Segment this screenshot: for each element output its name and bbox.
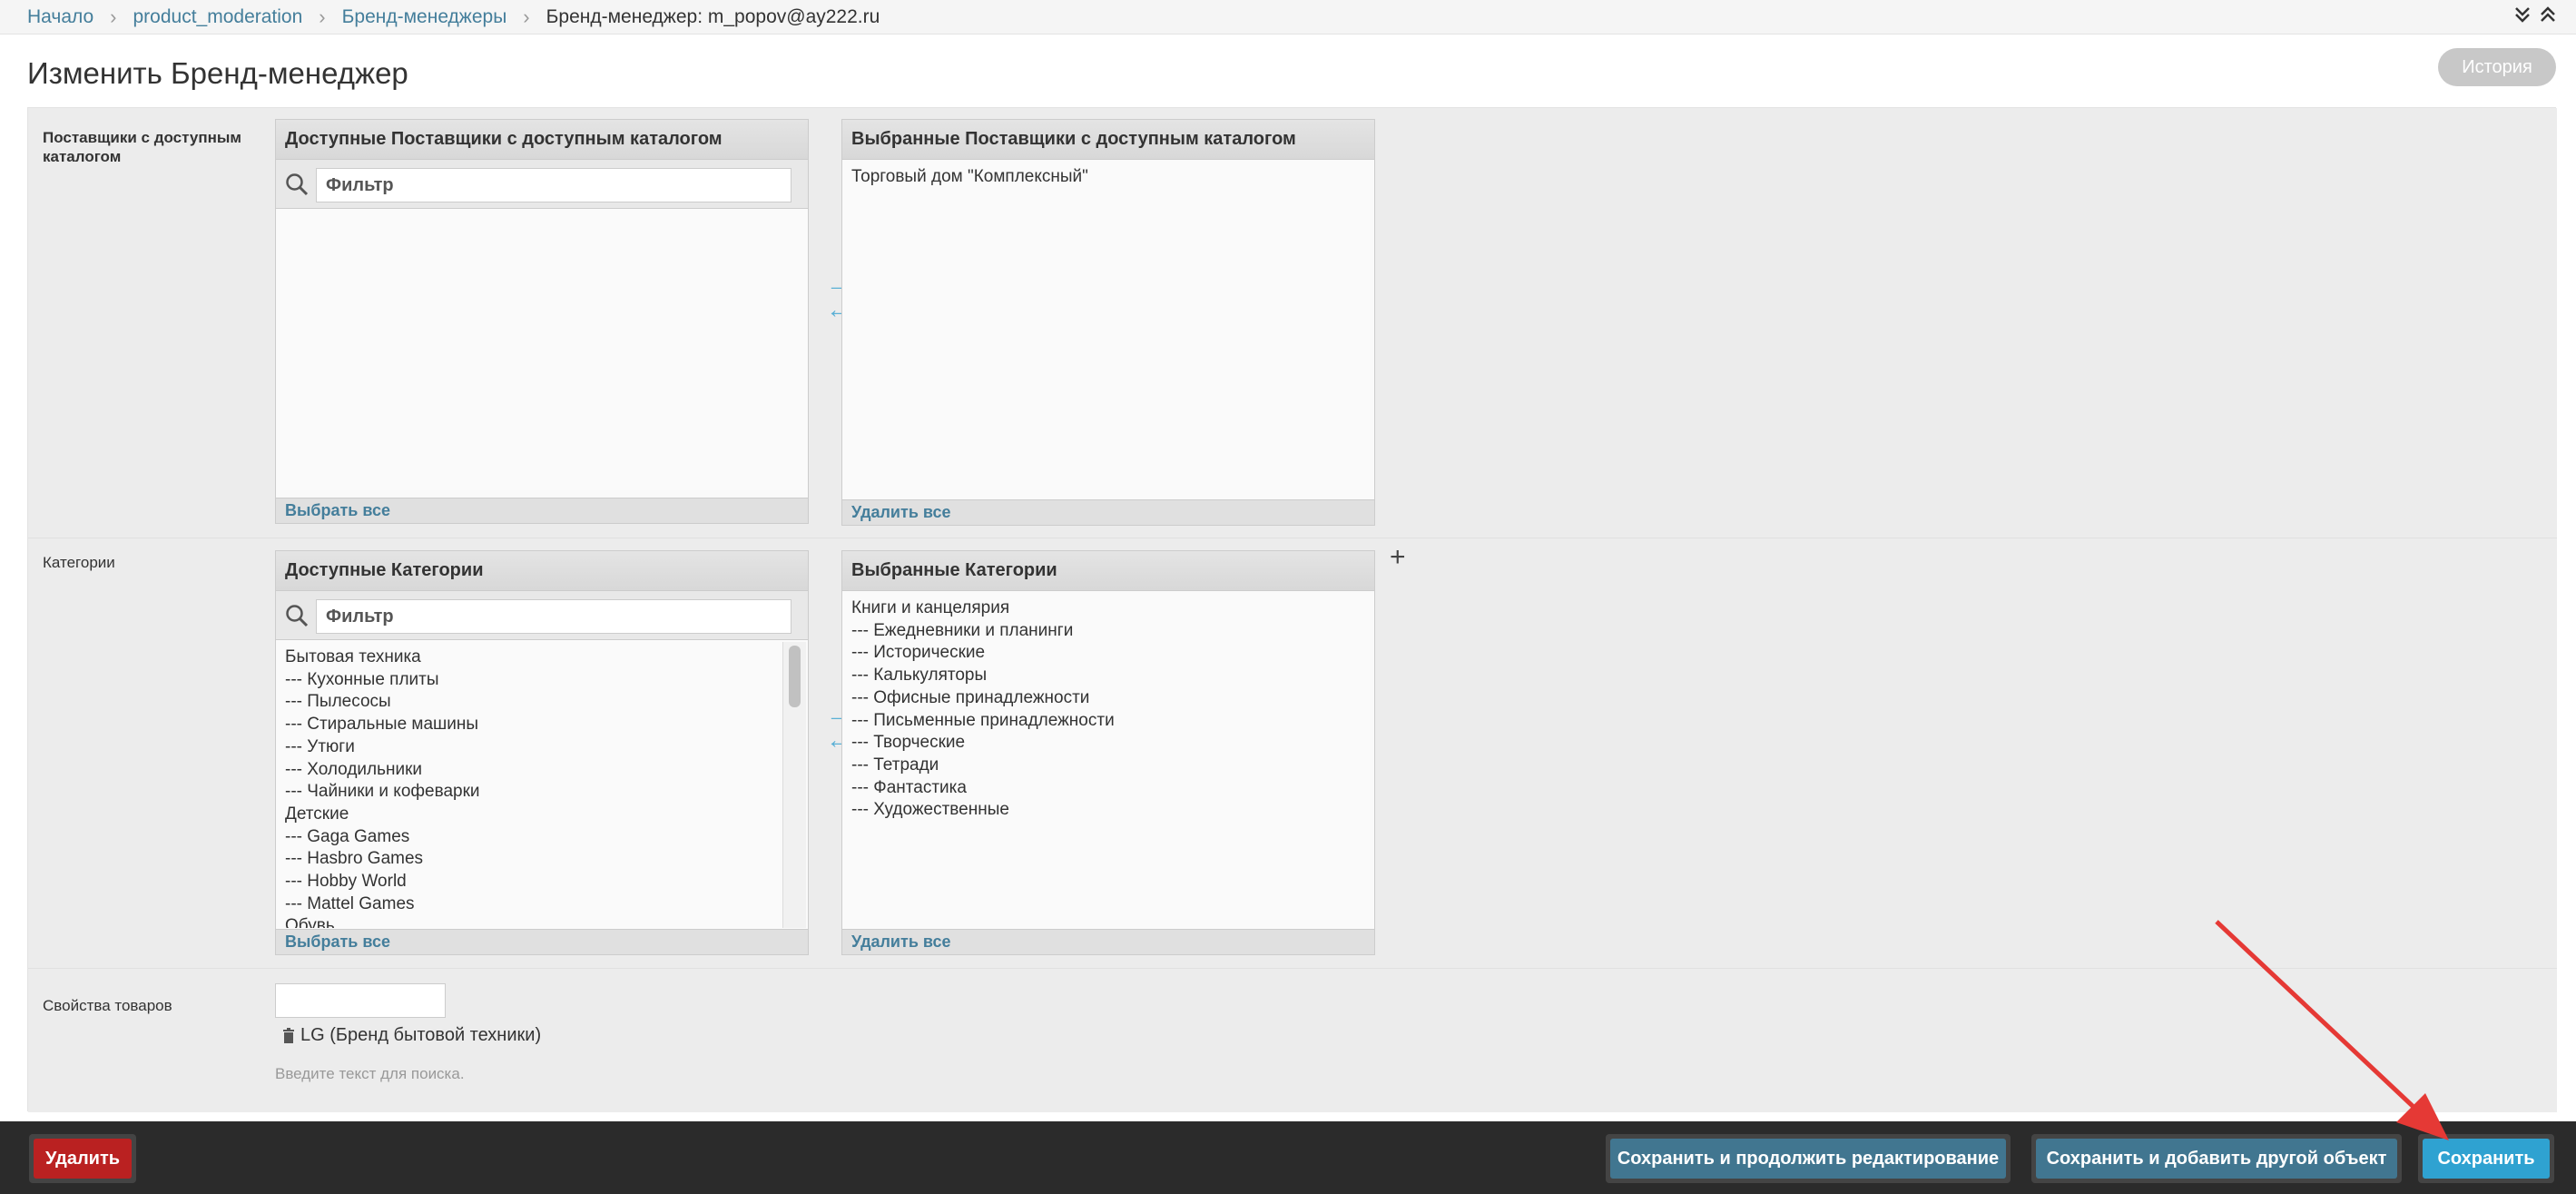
list-item[interactable]: Обувь: [285, 915, 799, 928]
categories-remove-all-link[interactable]: Удалить все: [842, 929, 1374, 954]
categories-label: Категории: [43, 554, 115, 571]
suppliers-chosen-box: Выбранные Поставщики с доступным каталог…: [841, 119, 1375, 526]
suppliers-filter-input[interactable]: Фильтр: [316, 168, 791, 202]
categories-row: Категории Доступные Категории Фильтр Быт…: [28, 538, 2557, 969]
list-item[interactable]: --- Кухонные плиты: [285, 669, 799, 692]
header-toggles: [2514, 5, 2556, 28]
properties-help-text: Введите текст для поиска.: [275, 1065, 465, 1082]
expand-down-icon[interactable]: [2514, 5, 2531, 28]
list-item[interactable]: --- Стиральные машины: [285, 714, 799, 736]
list-item[interactable]: --- Творческие: [851, 732, 1365, 755]
categories-filter-input[interactable]: Фильтр: [316, 599, 791, 634]
breadcrumb: Начало › product_moderation › Бренд-мене…: [0, 0, 2576, 35]
list-item[interactable]: --- Калькуляторы: [851, 665, 1365, 687]
list-item[interactable]: --- Hobby World: [285, 871, 799, 893]
breadcrumb-current: Бренд-менеджер: m_popov@ay222.ru: [546, 5, 880, 27]
properties-search-input[interactable]: [275, 983, 446, 1018]
properties-tag: LG (Бренд бытовой техники): [282, 1025, 541, 1046]
list-item[interactable]: --- Художественные: [851, 799, 1365, 822]
list-item[interactable]: --- Фантастика: [851, 777, 1365, 800]
save-add-button[interactable]: Сохранить и добавить другой объект: [2036, 1139, 2397, 1179]
list-item[interactable]: Бытовая техника: [285, 646, 799, 669]
categories-chosen-title: Выбранные Категории: [842, 551, 1374, 591]
list-item[interactable]: --- Mattel Games: [285, 893, 799, 916]
categories-select-all-link[interactable]: Выбрать все: [276, 929, 808, 954]
suppliers-label: Поставщики с доступным каталогом: [43, 129, 241, 165]
change-form: Поставщики с доступным каталогом Доступн…: [27, 107, 2557, 1112]
properties-tag-label: LG (Бренд бытовой техники): [300, 1025, 542, 1045]
suppliers-row: Поставщики с доступным каталогом Доступн…: [28, 108, 2557, 538]
breadcrumb-separator-icon: ›: [319, 5, 326, 28]
suppliers-remove-all-link[interactable]: Удалить все: [842, 499, 1374, 525]
collapse-up-icon[interactable]: [2540, 5, 2556, 28]
save-add-button-wrap: Сохранить и добавить другой объект: [2031, 1134, 2402, 1183]
list-item[interactable]: --- Hasbro Games: [285, 848, 799, 871]
list-item[interactable]: --- Пылесосы: [285, 691, 799, 714]
suppliers-available-box: Доступные Поставщики с доступным каталог…: [275, 119, 809, 524]
breadcrumb-separator-icon: ›: [523, 5, 530, 28]
save-button[interactable]: Сохранить: [2423, 1139, 2550, 1179]
breadcrumb-app-link[interactable]: product_moderation: [133, 6, 303, 28]
categories-chosen-list[interactable]: Книги и канцелярия --- Ежедневники и пла…: [842, 592, 1374, 928]
list-item[interactable]: --- Ежедневники и планинги: [851, 620, 1365, 643]
properties-label: Свойства товаров: [43, 997, 172, 1014]
page: Начало › product_moderation › Бренд-мене…: [0, 0, 2576, 1194]
list-item[interactable]: --- Тетради: [851, 755, 1365, 777]
categories-available-list[interactable]: Бытовая техника --- Кухонные плиты --- П…: [276, 641, 808, 928]
suppliers-available-list[interactable]: [276, 210, 808, 497]
list-item[interactable]: --- Утюги: [285, 736, 799, 759]
save-button-wrap: Сохранить: [2418, 1134, 2554, 1183]
breadcrumb-separator-icon: ›: [110, 5, 117, 28]
history-button[interactable]: История: [2438, 48, 2556, 86]
categories-scrollbar[interactable]: [782, 642, 806, 928]
categories-chosen-box: Выбранные Категории Книги и канцелярия -…: [841, 550, 1375, 955]
delete-button-wrap: Удалить: [29, 1134, 136, 1183]
save-continue-button-wrap: Сохранить и продолжить редактирование: [1606, 1134, 2011, 1183]
suppliers-select-all-link[interactable]: Выбрать все: [276, 498, 808, 523]
submit-row: Удалить Сохранить и продолжить редактиро…: [0, 1121, 2576, 1194]
list-item[interactable]: --- Офисные принадлежности: [851, 687, 1365, 710]
properties-row: Свойства товаров LG (Бренд бытовой техни…: [28, 969, 2557, 1112]
suppliers-chosen-title: Выбранные Поставщики с доступным каталог…: [842, 120, 1374, 160]
list-item[interactable]: Детские: [285, 804, 799, 826]
list-item[interactable]: --- Чайники и кофеварки: [285, 781, 799, 804]
categories-filter-bar: Фильтр: [276, 591, 808, 640]
suppliers-chosen-list[interactable]: Торговый дом "Комплексный": [842, 161, 1374, 498]
categories-available-box: Доступные Категории Фильтр Бытовая техни…: [275, 550, 809, 955]
list-item[interactable]: Торговый дом "Комплексный": [851, 166, 1365, 189]
page-title: Изменить Бренд-менеджер: [27, 56, 408, 90]
plus-icon[interactable]: +: [1390, 542, 1406, 573]
list-item[interactable]: --- Письменные принадлежности: [851, 710, 1365, 733]
list-item[interactable]: --- Холодильники: [285, 759, 799, 782]
breadcrumb-model-link[interactable]: Бренд-менеджеры: [342, 6, 507, 28]
delete-button[interactable]: Удалить: [34, 1139, 132, 1179]
categories-available-title: Доступные Категории: [276, 551, 808, 591]
list-item[interactable]: Книги и канцелярия: [851, 597, 1365, 620]
list-item[interactable]: --- Исторические: [851, 642, 1365, 665]
scrollbar-thumb[interactable]: [789, 646, 801, 707]
breadcrumb-home-link[interactable]: Начало: [27, 6, 93, 28]
trash-icon[interactable]: [282, 1028, 295, 1043]
search-icon: [286, 173, 309, 196]
search-icon: [286, 605, 309, 627]
suppliers-filter-bar: Фильтр: [276, 160, 808, 209]
save-continue-button[interactable]: Сохранить и продолжить редактирование: [1610, 1139, 2006, 1179]
list-item[interactable]: --- Gaga Games: [285, 826, 799, 849]
suppliers-available-title: Доступные Поставщики с доступным каталог…: [276, 120, 808, 160]
